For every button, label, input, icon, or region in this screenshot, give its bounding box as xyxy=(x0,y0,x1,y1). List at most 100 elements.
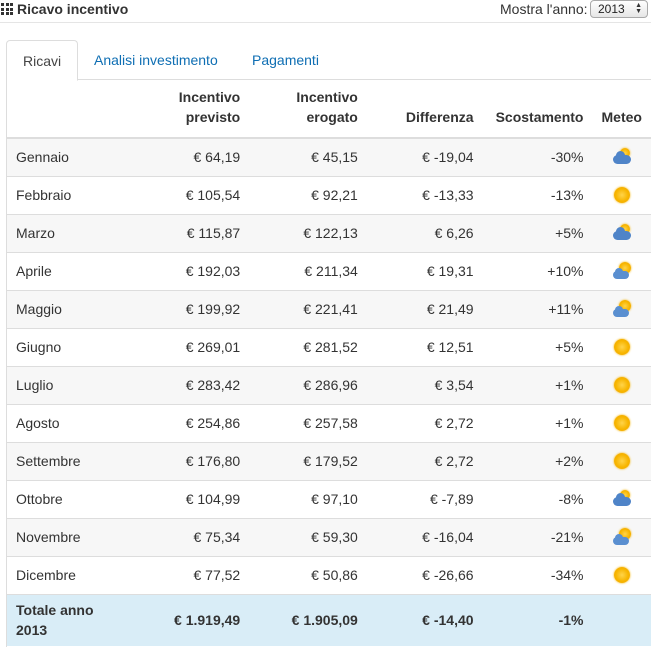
scostamento-cell: +1% xyxy=(482,365,593,404)
previsto-cell: € 269,01 xyxy=(151,327,250,366)
year-select-value: 2013 xyxy=(598,2,625,16)
year-select[interactable]: 2013 ▲ ▼ xyxy=(590,0,648,18)
header-divider xyxy=(0,22,651,23)
meteo-cell xyxy=(592,137,651,176)
header-previsto: Incentivo previsto xyxy=(151,80,250,139)
differenza-cell: € 3,54 xyxy=(366,365,483,404)
month-cell: Gennaio xyxy=(7,137,152,176)
meteo-cell xyxy=(592,403,651,442)
table-row: Ottobre € 104,99 € 97,10 € -7,89 -8% xyxy=(7,479,651,518)
total-meteo xyxy=(592,593,651,646)
scostamento-cell: +5% xyxy=(482,327,593,366)
previsto-cell: € 104,99 xyxy=(151,479,250,518)
meteo-cell xyxy=(592,175,651,214)
previsto-cell: € 192,03 xyxy=(151,251,250,290)
erogato-cell: € 59,30 xyxy=(249,517,367,556)
erogato-cell: € 286,96 xyxy=(249,365,367,404)
month-cell: Dicembre xyxy=(7,555,152,594)
meteo-cell xyxy=(592,441,651,480)
widget-title: Ricavo incentivo xyxy=(17,1,129,17)
month-cell: Luglio xyxy=(7,365,152,404)
erogato-cell: € 281,52 xyxy=(249,327,367,366)
sun-icon xyxy=(612,186,632,204)
table-row: Agosto € 254,86 € 257,58 € 2,72 +1% xyxy=(7,403,651,442)
meteo-cell xyxy=(592,365,651,404)
scostamento-cell: +11% xyxy=(482,289,593,328)
differenza-cell: € 2,72 xyxy=(366,403,483,442)
meteo-cell xyxy=(592,251,651,290)
table-row: Dicembre € 77,52 € 50,86 € -26,66 -34% xyxy=(7,555,651,594)
tab-pagamenti[interactable]: Pagamenti xyxy=(236,40,335,80)
cloudy-icon xyxy=(612,490,632,508)
previsto-cell: € 105,54 xyxy=(151,175,250,214)
partly-cloudy-icon xyxy=(612,300,632,318)
differenza-cell: € -7,89 xyxy=(366,479,483,518)
partly-cloudy-icon xyxy=(612,528,632,546)
total-row: Totale anno 2013 € 1.919,49 € 1.905,09 € … xyxy=(7,593,651,646)
sun-icon xyxy=(612,414,632,432)
scostamento-cell: +1% xyxy=(482,403,593,442)
meteo-cell xyxy=(592,517,651,556)
meteo-cell xyxy=(592,479,651,518)
erogato-cell: € 211,34 xyxy=(249,251,367,290)
differenza-cell: € 2,72 xyxy=(366,441,483,480)
cloudy-icon xyxy=(612,224,632,242)
scostamento-cell: -8% xyxy=(482,479,593,518)
erogato-cell: € 257,58 xyxy=(249,403,367,442)
differenza-cell: € -16,04 xyxy=(366,517,483,556)
total-erogato: € 1.905,09 xyxy=(249,593,367,646)
differenza-cell: € -19,04 xyxy=(366,137,483,176)
header-month xyxy=(7,80,152,139)
header-scostamento: Scostamento xyxy=(482,80,593,139)
previsto-cell: € 283,42 xyxy=(151,365,250,404)
table-row: Novembre € 75,34 € 59,30 € -16,04 -21% xyxy=(7,517,651,556)
table-row: Gennaio € 64,19 € 45,15 € -19,04 -30% xyxy=(7,137,651,176)
table-row: Maggio € 199,92 € 221,41 € 21,49 +11% xyxy=(7,289,651,328)
sun-icon xyxy=(612,376,632,394)
previsto-cell: € 199,92 xyxy=(151,289,250,328)
scostamento-cell: +10% xyxy=(482,251,593,290)
erogato-cell: € 122,13 xyxy=(249,213,367,252)
erogato-cell: € 50,86 xyxy=(249,555,367,594)
sun-icon xyxy=(612,452,632,470)
month-cell: Ottobre xyxy=(7,479,152,518)
differenza-cell: € 12,51 xyxy=(366,327,483,366)
scostamento-cell: +2% xyxy=(482,441,593,480)
month-cell: Aprile xyxy=(7,251,152,290)
previsto-cell: € 77,52 xyxy=(151,555,250,594)
erogato-cell: € 45,15 xyxy=(249,137,367,176)
table-row: Marzo € 115,87 € 122,13 € 6,26 +5% xyxy=(7,213,651,252)
meteo-cell xyxy=(592,289,651,328)
grid-icon xyxy=(1,3,14,15)
previsto-cell: € 254,86 xyxy=(151,403,250,442)
month-cell: Settembre xyxy=(7,441,152,480)
table-header-row: Incentivo previsto Incentivo erogato Diffe… xyxy=(7,80,651,139)
differenza-cell: € 19,31 xyxy=(366,251,483,290)
erogato-cell: € 92,21 xyxy=(249,175,367,214)
widget-header: Ricavo incentivo Mostra l'anno: 2013 ▲ ▼ xyxy=(0,0,651,22)
incentive-table: Incentivo previsto Incentivo erogato Diffe… xyxy=(7,80,651,646)
month-cell: Novembre xyxy=(7,517,152,556)
erogato-cell: € 179,52 xyxy=(249,441,367,480)
table-row: Luglio € 283,42 € 286,96 € 3,54 +1% xyxy=(7,365,651,404)
previsto-cell: € 176,80 xyxy=(151,441,250,480)
scostamento-cell: -34% xyxy=(482,555,593,594)
month-cell: Agosto xyxy=(7,403,152,442)
tab-ricavi[interactable]: Ricavi xyxy=(6,40,79,81)
meteo-cell xyxy=(592,327,651,366)
year-label: Mostra l'anno: xyxy=(500,1,588,17)
total-label: Totale anno 2013 xyxy=(7,593,152,646)
month-cell: Febbraio xyxy=(7,175,152,214)
table-row: Aprile € 192,03 € 211,34 € 19,31 +10% xyxy=(7,251,651,290)
total-previsto: € 1.919,49 xyxy=(151,593,250,646)
differenza-cell: € -13,33 xyxy=(366,175,483,214)
partly-cloudy-icon xyxy=(612,262,632,280)
scostamento-cell: -13% xyxy=(482,175,593,214)
previsto-cell: € 75,34 xyxy=(151,517,250,556)
tab-bar: Ricavi Analisi investimento Pagamenti xyxy=(6,40,651,81)
header-differenza: Differenza xyxy=(366,80,483,139)
sun-icon xyxy=(612,338,632,356)
differenza-cell: € 6,26 xyxy=(366,213,483,252)
tab-analisi-investimento[interactable]: Analisi investimento xyxy=(78,40,234,80)
month-cell: Giugno xyxy=(7,327,152,366)
